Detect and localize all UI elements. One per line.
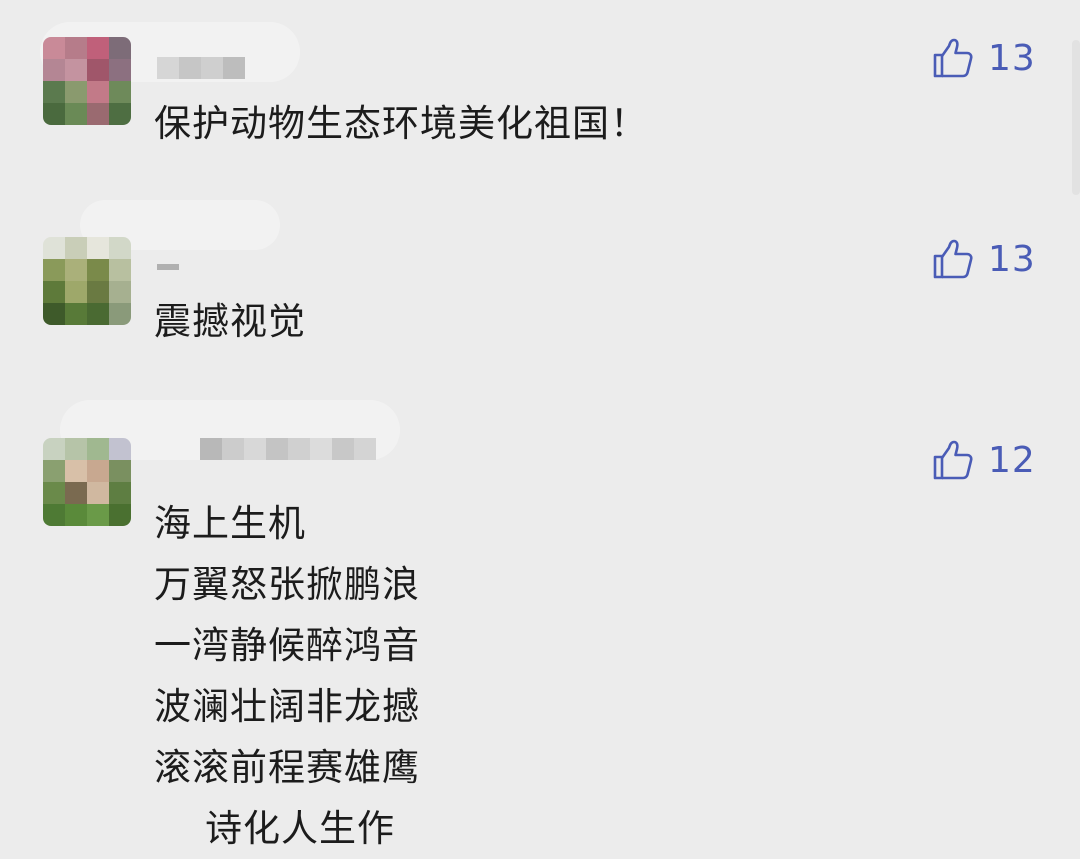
avatar-pixel — [65, 59, 87, 81]
like-button[interactable]: 12 — [932, 438, 1036, 482]
comment-text: 保护动物生态环境美化祖国！ — [154, 102, 648, 145]
avatar-pixel — [65, 37, 87, 59]
avatar-pixel — [43, 37, 65, 59]
thumbs-up-icon — [933, 38, 973, 78]
avatar-pixel — [87, 482, 109, 504]
avatar-pixel — [65, 259, 87, 281]
avatar-pixel — [43, 438, 65, 460]
username-blurred[interactable] — [200, 438, 376, 460]
like-count: 13 — [988, 37, 1036, 79]
comment-text: 震撼视觉 — [154, 300, 306, 343]
avatar-pixel — [43, 81, 65, 103]
thumbs-up-icon — [933, 440, 973, 480]
avatar[interactable] — [43, 237, 131, 325]
avatar-pixel — [109, 460, 131, 482]
avatar-pixel — [109, 259, 131, 281]
avatar-pixel — [65, 460, 87, 482]
username-pixel — [222, 438, 244, 460]
avatar-pixel — [43, 504, 65, 526]
avatar-pixel — [109, 103, 131, 125]
username-blurred[interactable] — [157, 258, 179, 272]
username-pixel — [354, 438, 376, 460]
avatar-pixel — [109, 37, 131, 59]
avatar-pixel — [87, 259, 109, 281]
like-button[interactable]: 13 — [932, 36, 1036, 80]
avatar-pixel — [109, 438, 131, 460]
username-pixel — [332, 438, 354, 460]
avatar-pixel — [87, 504, 109, 526]
avatar-pixel — [65, 281, 87, 303]
thumbs-up-icon — [933, 239, 973, 279]
avatar-pixel — [43, 59, 65, 81]
avatar-pixel — [65, 303, 87, 325]
avatar-pixel — [87, 303, 109, 325]
avatar-pixel — [43, 482, 65, 504]
username-pixel — [157, 57, 179, 79]
avatar-pixel — [109, 81, 131, 103]
like-count: 13 — [988, 238, 1036, 280]
avatar-pixel — [109, 504, 131, 526]
avatar-pixel — [43, 103, 65, 125]
avatar-pixel — [109, 59, 131, 81]
avatar-pixel — [43, 303, 65, 325]
username-pixel — [157, 264, 179, 270]
like-button[interactable]: 13 — [932, 237, 1036, 281]
avatar-pixel — [87, 37, 109, 59]
comment-text: 海上生机 万翼怒张掀鹏浪 一湾静候醉鸿音 波澜壮阔非龙撼 滚滚前程赛雄鹰 诗化人… — [154, 502, 420, 850]
avatar[interactable] — [43, 438, 131, 526]
username-pixel — [223, 57, 245, 79]
scrollbar[interactable] — [1072, 40, 1080, 195]
avatar-pixel — [43, 237, 65, 259]
avatar-pixel — [65, 438, 87, 460]
username-pixel — [200, 438, 222, 460]
username-pixel — [266, 438, 288, 460]
avatar-pixel — [87, 237, 109, 259]
username-pixel — [179, 57, 201, 79]
avatar-pixel — [43, 259, 65, 281]
like-count: 12 — [988, 439, 1036, 481]
avatar-pixel — [87, 81, 109, 103]
avatar-pixel — [43, 281, 65, 303]
username-pixel — [310, 438, 332, 460]
avatar-pixel — [65, 504, 87, 526]
username-pixel — [244, 438, 266, 460]
avatar-pixel — [87, 103, 109, 125]
username-pixel — [201, 57, 223, 79]
avatar-pixel — [65, 237, 87, 259]
avatar-pixel — [87, 281, 109, 303]
avatar-pixel — [65, 482, 87, 504]
avatar-pixel — [109, 281, 131, 303]
avatar-pixel — [65, 81, 87, 103]
avatar-pixel — [65, 103, 87, 125]
username-pixel — [288, 438, 310, 460]
avatar-pixel — [109, 303, 131, 325]
avatar-pixel — [109, 482, 131, 504]
avatar-pixel — [43, 460, 65, 482]
avatar-pixel — [87, 438, 109, 460]
username-blurred[interactable] — [157, 57, 245, 79]
avatar-pixel — [109, 237, 131, 259]
avatar-pixel — [87, 460, 109, 482]
avatar[interactable] — [43, 37, 131, 125]
avatar-pixel — [87, 59, 109, 81]
